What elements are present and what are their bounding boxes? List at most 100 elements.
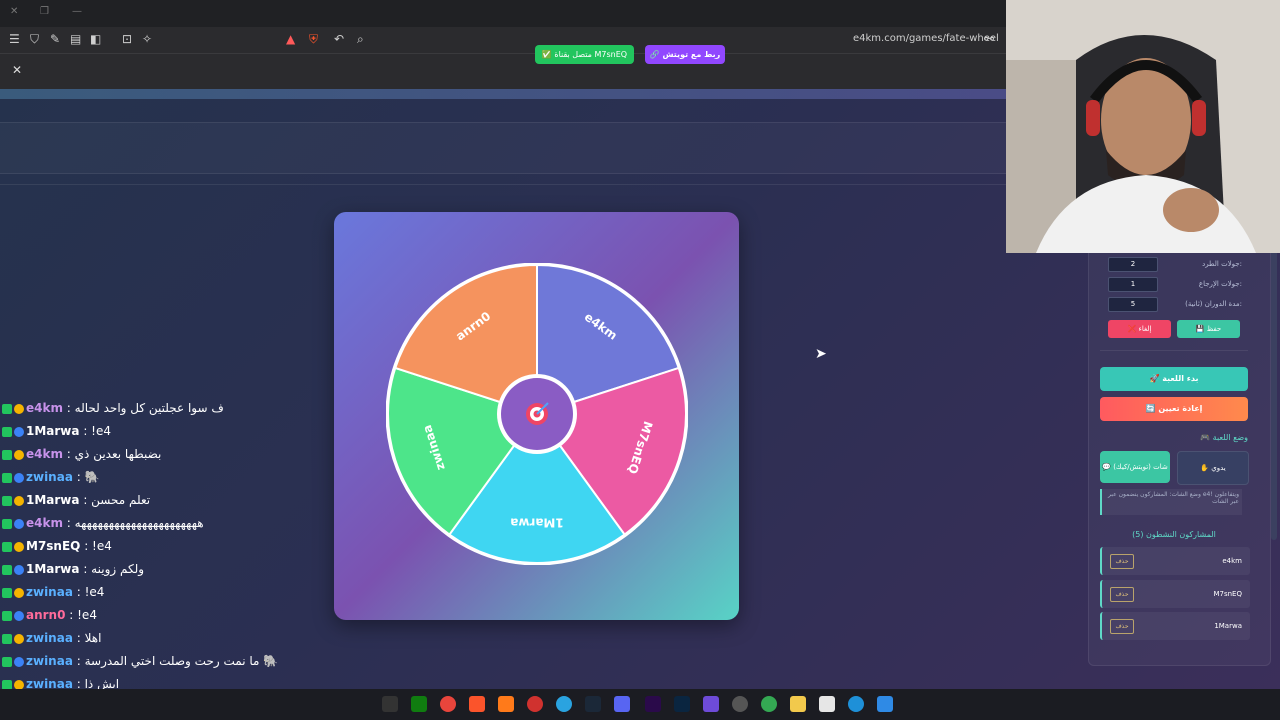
kick-badge-icon (2, 518, 12, 529)
fate-wheel[interactable]: e4kmM7snEQ1Marwazwinaaanrn0 (386, 263, 688, 565)
settings-row-spin-duration: مدة الدوران (ثانية): 5 (1100, 296, 1250, 312)
delete-participant-button[interactable]: حذف (1110, 619, 1134, 634)
chat-username: 1Marwa (26, 493, 80, 507)
chat-text: ما نمت رحت وصلت اختي المدرسة 🐘 (84, 654, 279, 668)
wheel-segment-label: 1Marwa (510, 516, 564, 530)
kick-badge-icon (2, 587, 12, 598)
chat-text: 🐘 (84, 470, 100, 484)
user-badge-icon (14, 587, 24, 598)
chat-mode-button[interactable]: 💬 شات (تويتش/كيك) (1100, 451, 1170, 483)
chat-message: zwinaa : اهلا (2, 631, 101, 651)
chat-separator: : (72, 470, 85, 484)
chat-message: e4km : ههههههههههههههههههههههه (2, 516, 204, 536)
return-rounds-input[interactable]: 1 (1108, 277, 1158, 292)
discord-icon[interactable] (614, 696, 630, 712)
app-icon[interactable] (732, 696, 748, 712)
warning-icon[interactable]: ▲ (286, 32, 295, 46)
store-icon[interactable] (819, 696, 835, 712)
connect-twitch-button[interactable]: 🔗 ربط مع تويتش (645, 45, 725, 64)
folder-icon[interactable] (790, 696, 806, 712)
divider (1100, 350, 1248, 351)
reset-button[interactable]: 🔄 إعادة تعيين (1100, 397, 1248, 421)
participants-title: المشاركون النشطون (5) (1132, 530, 1216, 539)
photoshop-icon[interactable] (674, 696, 690, 712)
delete-participant-button[interactable]: حذف (1110, 587, 1134, 602)
sidebar-icon[interactable]: ◧ (90, 32, 101, 46)
user-badge-icon (14, 449, 24, 460)
chrome-icon[interactable] (440, 696, 456, 712)
address-bar[interactable]: e4km.com/games/fate-wheel (853, 33, 999, 44)
brave-icon[interactable]: ⛨ (309, 32, 318, 47)
kick-badge-icon (2, 564, 12, 575)
chat-message: 1Marwa : ولكم زوينه (2, 562, 144, 582)
restore-window-icon[interactable]: ❐ (40, 6, 49, 17)
chat-separator: : (65, 608, 78, 622)
premiere-icon[interactable] (645, 696, 661, 712)
tabs-icon[interactable]: ▤ (70, 32, 81, 46)
mouse-cursor-icon: ➤ (815, 346, 827, 362)
brave-icon[interactable] (469, 696, 485, 712)
edge-icon[interactable] (848, 696, 864, 712)
panel-scrollbar[interactable] (1271, 240, 1277, 540)
user-badge-icon (14, 610, 24, 621)
settings-row-kick-rounds: جولات الطرد: 2 (1100, 256, 1250, 272)
shield-icon[interactable]: ⛉ (30, 32, 39, 47)
kick-rounds-input[interactable]: 2 (1108, 257, 1158, 272)
participant-item: حذف 1Marwa (1100, 612, 1250, 640)
chat-text: تعلم محسن (91, 493, 151, 507)
start-game-button[interactable]: 🚀 بدء اللعبة (1100, 367, 1248, 391)
chat-separator: : (72, 585, 85, 599)
xbox-icon[interactable] (411, 696, 427, 712)
chat-separator: : (80, 539, 93, 553)
chat-text: بضبطها بعدين ذي (74, 447, 162, 461)
telegram-icon[interactable] (556, 696, 572, 712)
app-icon[interactable] (527, 696, 543, 712)
chat-username: e4km (26, 516, 63, 530)
kick-badge-icon (2, 472, 12, 483)
chat-separator: : (79, 493, 92, 507)
target-icon (526, 402, 549, 425)
chat-separator: : (79, 424, 92, 438)
chat-separator: : (62, 401, 75, 415)
info-bar: ✕ (0, 53, 1006, 90)
chat-message: e4km : بضبطها بعدين ذي (2, 447, 161, 467)
spin-duration-input[interactable]: 5 (1108, 297, 1158, 312)
manual-mode-button[interactable]: ✋ يدوي (1177, 451, 1249, 485)
app-icon[interactable] (498, 696, 514, 712)
chat-username: zwinaa (26, 654, 73, 668)
chat-message: zwinaa : 🐘 (2, 470, 100, 490)
connected-channel-button[interactable]: ✅ متصل بقناة M7snEQ (535, 45, 634, 64)
close-window-icon[interactable]: ✕ (10, 6, 18, 17)
chat-message: zwinaa : !e4 (2, 585, 104, 605)
back-icon[interactable]: ↶ (334, 32, 344, 46)
cancel-button[interactable]: ❌ إلغاء (1108, 320, 1171, 338)
chat-username: 1Marwa (26, 424, 80, 438)
save-button[interactable]: 💾 حفظ (1177, 320, 1240, 338)
delete-participant-button[interactable]: حذف (1110, 554, 1134, 569)
kick-badge-icon (2, 449, 12, 460)
close-icon[interactable]: ✕ (12, 63, 22, 77)
chat-text: اهلا (84, 631, 102, 645)
puzzle-icon[interactable]: ✧ (142, 32, 152, 46)
screenshot-icon[interactable]: ⊡ (122, 32, 132, 46)
taskbar-app-icon[interactable] (382, 696, 398, 712)
windows-icon[interactable] (877, 696, 893, 712)
chat-message: anrn0 : !e4 (2, 608, 97, 628)
share-icon[interactable]: ⚯ (984, 32, 994, 46)
minimize-window-icon[interactable]: — (72, 6, 82, 17)
extensions-icon[interactable]: ✎ (50, 32, 60, 46)
kick-badge-icon (2, 633, 12, 644)
search-icon[interactable]: ⌕ (357, 32, 364, 47)
kick-badge-icon (2, 610, 12, 621)
user-badge-icon (14, 518, 24, 529)
chat-separator: : (62, 447, 75, 461)
app-icon[interactable] (703, 696, 719, 712)
chat-text: !e4 (92, 539, 112, 553)
chat-separator: : (79, 562, 92, 576)
menu-icon[interactable]: ☰ (9, 32, 20, 46)
kick-badge-icon (2, 495, 12, 506)
chat-username: anrn0 (26, 608, 66, 622)
chat-text: !e4 (84, 585, 105, 599)
steam-icon[interactable] (585, 696, 601, 712)
chrome-icon[interactable] (761, 696, 777, 712)
